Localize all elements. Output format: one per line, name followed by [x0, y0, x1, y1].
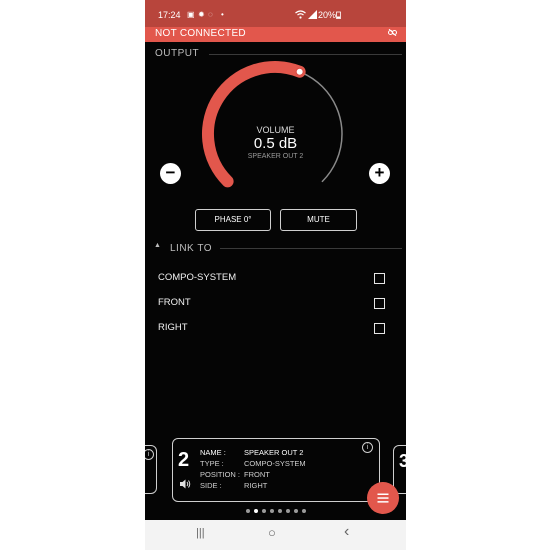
link-front-checkbox[interactable]: [374, 298, 385, 309]
card-position-key: POSITION :: [200, 470, 241, 479]
link-item-label: FRONT: [158, 297, 191, 308]
card-side-key: SIDE :: [200, 481, 222, 490]
connection-status: NOT CONNECTED: [155, 28, 246, 39]
phase-button[interactable]: PHASE 0°: [195, 209, 271, 231]
signal-icon: [308, 10, 317, 21]
battery-icon: [336, 11, 341, 21]
volume-label: VOLUME: [256, 125, 295, 135]
link-item-label: COMPO-SYSTEM: [158, 272, 237, 283]
card-type-key: TYPE :: [200, 459, 224, 468]
recent-apps-icon[interactable]: |||: [196, 527, 205, 539]
pagination-dot[interactable]: [286, 509, 290, 513]
volume-gauge-knob[interactable]: [295, 67, 304, 76]
pagination-dot[interactable]: [278, 509, 282, 513]
pagination-dot[interactable]: [294, 509, 298, 513]
volume-minus-button[interactable]: −: [160, 163, 181, 184]
collapse-triangle-icon[interactable]: ▲: [154, 242, 161, 249]
dot-icon: •: [221, 10, 224, 19]
link-item-label: RIGHT: [158, 322, 188, 333]
link-to-divider: [220, 248, 402, 249]
sync-icon: ◌: [208, 10, 213, 19]
pagination-dot-active[interactable]: [254, 509, 258, 513]
card-side-value: RIGHT: [244, 481, 268, 490]
card-position-value: FRONT: [244, 470, 270, 479]
link-compo-system-checkbox[interactable]: [374, 273, 385, 284]
card-name-key: NAME :: [200, 448, 226, 457]
phone-screen: 17:24 ▣ ✹ ◌ • 20% NOT CONNECTED OUTPUT V…: [145, 0, 406, 550]
pagination-dot[interactable]: [302, 509, 306, 513]
pagination-dot[interactable]: [246, 509, 250, 513]
volume-channel-name: SPEAKER OUT 2: [247, 153, 304, 160]
output-card-number: 2: [178, 449, 190, 471]
menu-fab-button[interactable]: [367, 482, 399, 514]
battery-percent: 20%: [318, 10, 337, 20]
back-icon[interactable]: ‹: [344, 523, 349, 541]
home-icon[interactable]: ○: [268, 525, 276, 540]
volume-plus-button[interactable]: +: [369, 163, 390, 184]
status-time: 17:24: [158, 10, 181, 20]
link-off-icon[interactable]: [388, 28, 397, 38]
card-type-value: COMPO-SYSTEM: [244, 459, 306, 468]
link-right-checkbox[interactable]: [374, 323, 385, 334]
settings-icon: ✹: [198, 10, 205, 19]
image-icon: ▣: [187, 10, 195, 19]
info-icon[interactable]: i: [362, 442, 373, 453]
mute-button[interactable]: MUTE: [280, 209, 357, 231]
speaker-icon[interactable]: [180, 476, 191, 494]
card-name-value: SPEAKER OUT 2: [244, 448, 304, 457]
wifi-icon: [295, 10, 306, 21]
pagination-dot[interactable]: [270, 509, 274, 513]
next-card-number: 3: [399, 451, 406, 471]
menu-icon: [377, 493, 389, 503]
pagination-dot[interactable]: [262, 509, 266, 513]
volume-value: 0.5 dB: [253, 135, 298, 152]
status-bar: [145, 0, 406, 27]
link-to-section-title[interactable]: LINK TO: [170, 243, 212, 254]
output-divider: [209, 54, 402, 55]
